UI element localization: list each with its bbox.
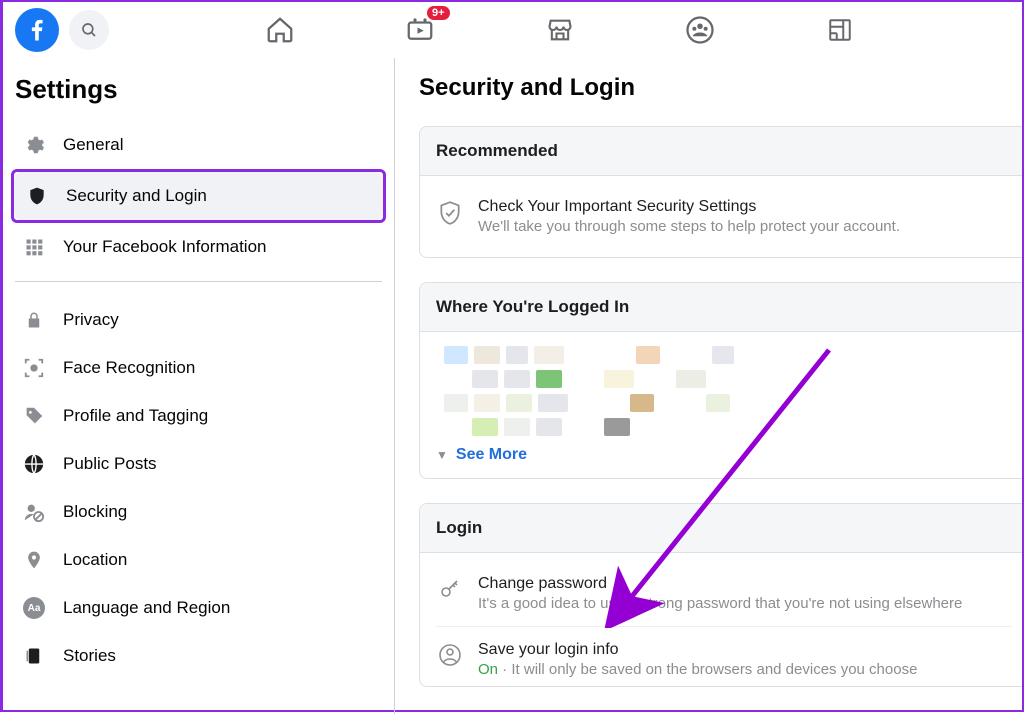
recommended-row[interactable]: Check Your Important Security Settings W… [436, 190, 1012, 243]
sidebar-item-label: General [63, 135, 123, 155]
login-header: Login [420, 504, 1022, 553]
settings-sidebar: Settings General Security and Login Your… [3, 58, 395, 714]
globe-icon [21, 451, 47, 477]
search-button[interactable] [69, 10, 109, 50]
gear-icon [21, 132, 47, 158]
key-icon [436, 575, 464, 601]
sidebar-item-face[interactable]: Face Recognition [11, 344, 386, 392]
nav-marketplace[interactable] [540, 10, 580, 50]
nav-watch[interactable]: 9+ [400, 10, 440, 50]
sidebar-item-public-posts[interactable]: Public Posts [11, 440, 386, 488]
sessions-header: Where You're Logged In [420, 283, 1022, 332]
sidebar-item-your-info[interactable]: Your Facebook Information [11, 223, 386, 271]
sessions-blurred [444, 346, 1012, 364]
nav-gaming[interactable] [820, 10, 860, 50]
block-icon [21, 499, 47, 525]
recommended-sub: We'll take you through some steps to hel… [478, 218, 900, 235]
page-title: Security and Login [419, 74, 1022, 102]
sidebar-item-location[interactable]: Location [11, 536, 386, 584]
sidebar-item-language[interactable]: Aa Language and Region [11, 584, 386, 632]
change-password-sub: It's a good idea to use a strong passwor… [478, 595, 962, 612]
sidebar-item-stories[interactable]: Stories [11, 632, 386, 680]
notification-badge: 9+ [427, 6, 450, 20]
sidebar-item-security[interactable]: Security and Login [14, 172, 383, 220]
top-nav: 9+ [3, 2, 1022, 58]
location-icon [21, 547, 47, 573]
sidebar-item-blocking[interactable]: Blocking [11, 488, 386, 536]
sidebar-item-profile-tagging[interactable]: Profile and Tagging [11, 392, 386, 440]
sidebar-item-label: Public Posts [63, 454, 157, 474]
sidebar-item-label: Language and Region [63, 598, 230, 618]
watch-icon [405, 15, 435, 45]
groups-icon [685, 15, 715, 45]
sidebar-item-label: Stories [63, 646, 116, 666]
sessions-card: Where You're Logged In ▼ See More [419, 282, 1022, 479]
nav-groups[interactable] [680, 10, 720, 50]
see-more-link[interactable]: ▼ See More [436, 446, 1012, 464]
sessions-blurred-3 [444, 394, 1012, 412]
change-password-row[interactable]: Change password It's a good idea to use … [436, 567, 1012, 620]
gaming-icon [827, 17, 853, 43]
see-more-label: See More [456, 446, 527, 464]
facebook-logo[interactable] [15, 8, 59, 52]
settings-title: Settings [15, 74, 382, 105]
recommended-header: Recommended [420, 127, 1022, 176]
recommended-card: Recommended Check Your Important Securit… [419, 126, 1022, 258]
nav-home[interactable] [260, 10, 300, 50]
save-login-row[interactable]: Save your login info On · It will only b… [436, 626, 1012, 686]
sidebar-item-label: Face Recognition [63, 358, 195, 378]
search-icon [80, 21, 98, 39]
language-icon: Aa [21, 595, 47, 621]
sidebar-item-label: Security and Login [66, 186, 207, 206]
recommended-title: Check Your Important Security Settings [478, 198, 900, 216]
sessions-blurred-2 [472, 370, 1012, 388]
sidebar-item-label: Profile and Tagging [63, 406, 208, 426]
change-password-title: Change password [478, 575, 962, 593]
marketplace-icon [546, 16, 574, 44]
sidebar-item-privacy[interactable]: Privacy [11, 296, 386, 344]
save-login-sub: On · It will only be saved on the browse… [478, 661, 917, 678]
tag-icon [21, 403, 47, 429]
sidebar-item-general[interactable]: General [11, 121, 386, 169]
sidebar-item-label: Privacy [63, 310, 119, 330]
stories-icon [21, 643, 47, 669]
grid-icon [21, 234, 47, 260]
save-login-title: Save your login info [478, 641, 917, 659]
content-area: Security and Login Recommended Check You… [395, 58, 1022, 714]
user-circle-icon [436, 641, 464, 667]
shield-icon [24, 183, 50, 209]
sidebar-item-label: Blocking [63, 502, 127, 522]
home-icon [265, 15, 295, 45]
sidebar-item-label: Your Facebook Information [63, 237, 267, 257]
lock-icon [21, 307, 47, 333]
login-card: Login Change password It's a good idea t… [419, 503, 1022, 687]
face-icon [21, 355, 47, 381]
caret-down-icon: ▼ [436, 448, 448, 462]
sessions-blurred-4 [472, 418, 1012, 436]
divider [15, 281, 382, 282]
shield-check-icon [436, 198, 464, 226]
sidebar-item-label: Location [63, 550, 127, 570]
